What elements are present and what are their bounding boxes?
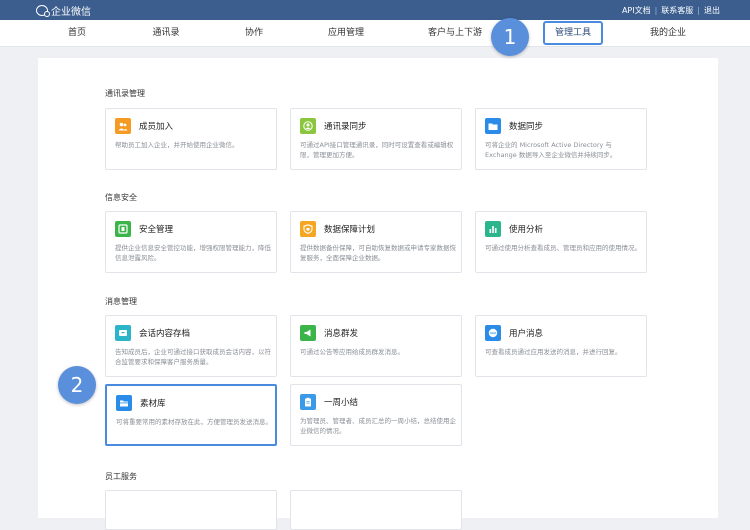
card-desc: 提供企业信息安全管控功能，增强权限管理能力，降低信息泄露风险。 [115, 244, 271, 262]
tools-panel: 通讯录管理 成员加入 帮助员工加入企业，并开始使用企业微信。 通讯录同步 可通过… [38, 58, 718, 530]
card-material-library[interactable]: 素材库 可将重要常用的素材存放在此，方便管理员发送消息。 [105, 384, 277, 446]
nav-home[interactable]: 首页 [68, 20, 86, 46]
card-placeholder[interactable] [105, 490, 277, 530]
user-sync-icon [300, 118, 316, 134]
card-title: 用户消息 [509, 329, 544, 339]
nav-contacts[interactable]: 通讯录 [152, 20, 179, 46]
nav-my-company[interactable]: 我的企业 [650, 20, 686, 46]
logout-link[interactable]: 退出 [704, 5, 720, 16]
wecom-logo-icon [36, 4, 50, 17]
card-title: 数据保障计划 [324, 225, 376, 235]
card-contacts-sync[interactable]: 通讯录同步 可通过API接口管理通讯录，同时可设置查看或编辑权限，管理更加方便。 [290, 108, 462, 170]
card-title: 消息群发 [324, 329, 359, 339]
section-title-employee-services: 员工服务 [105, 472, 137, 481]
card-usage-analysis[interactable]: 使用分析 可通过使用分析查看成员、管理员和应用的使用情况。 [475, 211, 647, 273]
nav-customers[interactable]: 客户与上下游 [428, 20, 482, 46]
users-icon [115, 118, 131, 134]
card-data-sync[interactable]: 数据同步 可将企业的 Microsoft Active Directory 与 … [475, 108, 647, 170]
card-title: 素材库 [140, 399, 166, 409]
logo[interactable]: 企业微信 [36, 3, 91, 18]
card-title: 安全管理 [139, 225, 174, 235]
megaphone-icon [300, 325, 316, 341]
shield-icon [115, 221, 131, 237]
card-title: 一周小结 [324, 398, 359, 408]
top-bar: 企业微信 API文档 | 联系客服 | 退出 [0, 0, 750, 20]
card-title: 使用分析 [509, 225, 544, 235]
link-separator: | [697, 6, 700, 15]
card-security-management[interactable]: 安全管理 提供企业信息安全管控功能，增强权限管理能力，降低信息泄露风险。 [105, 211, 277, 273]
section-title-security: 信息安全 [105, 193, 137, 202]
card-desc: 提供数据备份保障，可自助恢复数据或申请专家数据恢复服务，全面保障企业数据。 [300, 244, 456, 262]
library-icon [116, 395, 132, 411]
logo-text: 企业微信 [51, 6, 91, 18]
card-desc: 可通过API接口管理通讯录，同时可设置查看或编辑权限，管理更加方便。 [300, 141, 454, 159]
card-title: 会话内容存档 [139, 329, 191, 339]
nav-app-management[interactable]: 应用管理 [328, 20, 364, 46]
card-title: 成员加入 [139, 122, 174, 132]
contact-support-link[interactable]: 联系客服 [661, 5, 693, 16]
archive-icon [115, 325, 131, 341]
card-desc: 可通过公告等应用给成员群发消息。 [300, 348, 404, 356]
card-title: 通讯录同步 [324, 122, 367, 132]
step-badge-2: 2 [58, 366, 96, 404]
card-data-protection-plan[interactable]: 数据保障计划 提供数据备份保障，可自助恢复数据或申请专家数据恢复服务，全面保障企… [290, 211, 462, 273]
card-weekly-summary[interactable]: 一周小结 为管理员、管理者、成员汇总的一周小结，总结使用企业微信的情况。 [290, 384, 462, 446]
section-title-contacts: 通讯录管理 [105, 89, 145, 98]
top-links: API文档 | 联系客服 | 退出 [622, 5, 720, 16]
data-shield-icon [300, 221, 316, 237]
card-user-messages[interactable]: 用户消息 可查看成员通过应用发送的消息，并进行回复。 [475, 315, 647, 377]
section-title-messages: 消息管理 [105, 297, 137, 306]
step-badge-1: 1 [491, 18, 529, 56]
card-title: 数据同步 [509, 122, 544, 132]
card-desc: 可将企业的 Microsoft Active Directory 与 Excha… [485, 141, 617, 159]
chat-icon [485, 325, 501, 341]
card-desc: 可将重要常用的素材存放在此，方便管理员发送消息。 [116, 418, 272, 426]
main-nav: 首页 通讯录 协作 应用管理 客户与上下游 管理工具 我的企业 [0, 20, 750, 47]
card-conversation-archive[interactable]: 会话内容存档 告知成员后，企业可通过接口获取成员会话内容，以符合监管要求和保障客… [105, 315, 277, 377]
card-desc: 帮助员工加入企业，并开始使用企业微信。 [115, 141, 239, 149]
nav-collaboration[interactable]: 协作 [245, 20, 263, 46]
card-mass-messaging[interactable]: 消息群发 可通过公告等应用给成员群发消息。 [290, 315, 462, 377]
card-desc: 为管理员、管理者、成员汇总的一周小结，总结使用企业微信的情况。 [300, 417, 456, 435]
bar-chart-icon [485, 221, 501, 237]
card-desc: 告知成员后，企业可通过接口获取成员会话内容，以符合监管要求和保障客户服务质量。 [115, 348, 271, 366]
card-desc: 可查看成员通过应用发送的消息，并进行回复。 [485, 348, 622, 356]
api-docs-link[interactable]: API文档 [622, 5, 651, 16]
folder-icon [485, 118, 501, 134]
link-separator: | [654, 6, 658, 15]
clipboard-icon [300, 394, 316, 410]
card-member-join[interactable]: 成员加入 帮助员工加入企业，并开始使用企业微信。 [105, 108, 277, 170]
card-desc: 可通过使用分析查看成员、管理员和应用的使用情况。 [485, 244, 641, 252]
nav-management-tools[interactable]: 管理工具 [542, 21, 604, 45]
card-placeholder[interactable] [290, 490, 462, 530]
